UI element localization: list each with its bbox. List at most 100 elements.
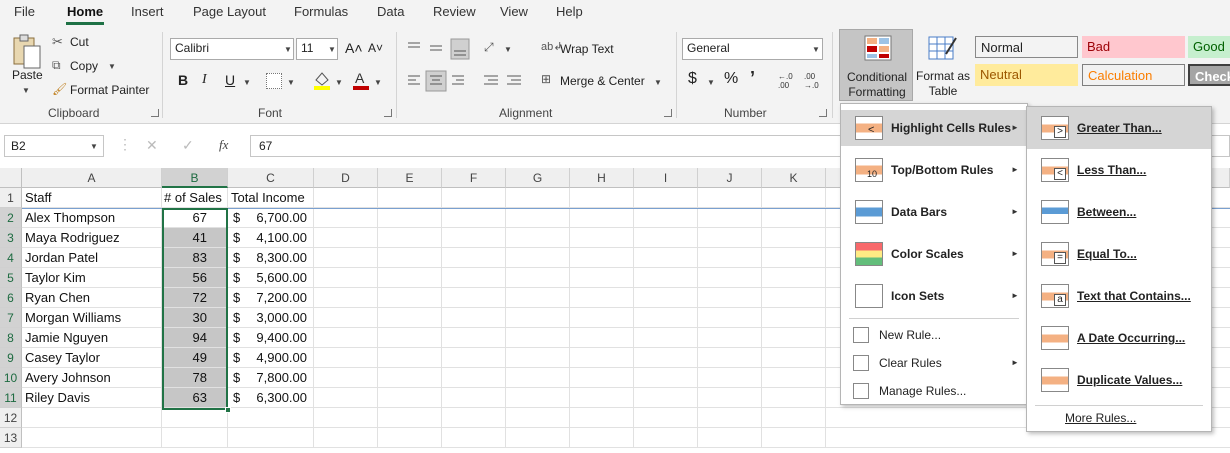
cell-i[interactable] [634, 248, 698, 268]
cell-f[interactable] [442, 428, 506, 448]
cell-i[interactable] [634, 288, 698, 308]
cell-a[interactable]: Morgan Williams [22, 308, 162, 328]
cell-k[interactable] [762, 188, 826, 208]
cf-menu-item[interactable]: Color Scales ► [841, 236, 1027, 272]
cell-a[interactable]: Jamie Nguyen [22, 328, 162, 348]
cell-j[interactable] [698, 188, 762, 208]
cell-i[interactable] [634, 368, 698, 388]
conditional-formatting-button[interactable]: Conditional Formatting [839, 29, 913, 101]
cell-k[interactable] [762, 248, 826, 268]
cell-c[interactable] [228, 428, 314, 448]
cell-k[interactable] [762, 388, 826, 408]
cell-a[interactable]: Avery Johnson [22, 368, 162, 388]
highlight-menu-item[interactable]: A Date Occurring... [1027, 317, 1211, 359]
font-size-dropdown-icon[interactable]: ▼ [328, 45, 336, 54]
cell-e[interactable] [378, 388, 442, 408]
highlight-menu-item[interactable]: Between... [1027, 191, 1211, 233]
cf-menu-item[interactable]: Manage Rules... [841, 378, 1027, 404]
style-check[interactable]: Check [1188, 64, 1230, 86]
grow-font-button[interactable]: A˄ [345, 40, 363, 56]
cell-g[interactable] [506, 208, 570, 228]
cell-g[interactable] [506, 368, 570, 388]
cell-j[interactable] [698, 328, 762, 348]
cell-d[interactable] [314, 208, 378, 228]
column-header-a[interactable]: A [22, 168, 162, 188]
insert-function-button[interactable]: fx [219, 137, 228, 153]
cell-a[interactable]: Maya Rodriguez [22, 228, 162, 248]
cell-b[interactable]: 94 [162, 328, 228, 348]
cell-i[interactable] [634, 328, 698, 348]
paste-label[interactable]: Paste [12, 68, 43, 82]
cell-f[interactable] [442, 408, 506, 428]
merge-center-button[interactable]: Merge & Center [560, 74, 645, 88]
cell-e[interactable] [378, 368, 442, 388]
cell-i[interactable] [634, 388, 698, 408]
cell-h[interactable] [570, 388, 634, 408]
cell-d[interactable] [314, 248, 378, 268]
column-header-f[interactable]: F [442, 168, 506, 188]
cell-d[interactable] [314, 268, 378, 288]
row-header[interactable]: 10 [0, 368, 22, 388]
underline-button[interactable]: U [225, 72, 235, 88]
format-as-table-button[interactable]: Format as Table [914, 29, 972, 101]
paste-button[interactable] [10, 34, 42, 72]
alignment-launcher-icon[interactable] [664, 109, 672, 117]
cell-j[interactable] [698, 228, 762, 248]
cell-e[interactable] [378, 228, 442, 248]
cell-h[interactable] [570, 428, 634, 448]
cell-i[interactable] [634, 228, 698, 248]
cell-b[interactable]: 49 [162, 348, 228, 368]
cell-c[interactable]: $6,300.00 [228, 388, 314, 408]
cell-d[interactable] [314, 308, 378, 328]
cell-g[interactable] [506, 268, 570, 288]
cell-j[interactable] [698, 268, 762, 288]
cell-e[interactable] [378, 408, 442, 428]
style-normal[interactable]: Normal [975, 36, 1078, 58]
style-neutral[interactable]: Neutral [975, 64, 1078, 86]
cell-g[interactable] [506, 388, 570, 408]
cell-k[interactable] [762, 208, 826, 228]
cell-f[interactable] [442, 348, 506, 368]
fill-color-dropdown-icon[interactable]: ▼ [335, 78, 343, 87]
highlight-menu-item[interactable]: Duplicate Values... [1027, 359, 1211, 401]
column-header-g[interactable]: G [506, 168, 570, 188]
cell-k[interactable] [762, 268, 826, 288]
fill-handle[interactable] [225, 407, 231, 413]
column-header-b[interactable]: B [162, 168, 228, 188]
cell-b[interactable]: # of Sales [162, 188, 228, 208]
cell-a[interactable]: Casey Taylor [22, 348, 162, 368]
row-header[interactable]: 3 [0, 228, 22, 248]
cell-h[interactable] [570, 228, 634, 248]
cell-d[interactable] [314, 368, 378, 388]
cell-h[interactable] [570, 268, 634, 288]
cell-g[interactable] [506, 428, 570, 448]
number-launcher-icon[interactable] [819, 109, 827, 117]
column-header-k[interactable]: K [762, 168, 826, 188]
borders-icon[interactable] [266, 73, 282, 89]
vertical-align-icons[interactable] [404, 38, 470, 60]
orientation-dropdown-icon[interactable]: ▼ [504, 45, 512, 54]
orientation-icon[interactable]: ⤢ [484, 40, 494, 55]
cell-e[interactable] [378, 248, 442, 268]
highlight-menu-item[interactable]: > Greater Than... [1027, 107, 1211, 149]
cell-a[interactable]: Taylor Kim [22, 268, 162, 288]
tab-view[interactable]: View [500, 4, 528, 19]
cell-b[interactable]: 63 [162, 388, 228, 408]
cell-b[interactable] [162, 428, 228, 448]
fill-color-button[interactable] [313, 70, 331, 90]
currency-button[interactable]: $ [688, 70, 697, 88]
cell-g[interactable] [506, 288, 570, 308]
cell-j[interactable] [698, 208, 762, 228]
cell-a[interactable]: Alex Thompson [22, 208, 162, 228]
cell-f[interactable] [442, 248, 506, 268]
decrease-decimal-button[interactable]: .00 →.0 [804, 72, 824, 90]
row-header[interactable]: 12 [0, 408, 22, 428]
cell-h[interactable] [570, 408, 634, 428]
cell-e[interactable] [378, 268, 442, 288]
cell-g[interactable] [506, 228, 570, 248]
horizontal-align-icons[interactable] [404, 70, 524, 92]
highlight-menu-item[interactable]: a Text that Contains... [1027, 275, 1211, 317]
cell-d[interactable] [314, 388, 378, 408]
merge-center-dropdown-icon[interactable]: ▼ [654, 78, 662, 87]
cell-c[interactable]: $4,900.00 [228, 348, 314, 368]
